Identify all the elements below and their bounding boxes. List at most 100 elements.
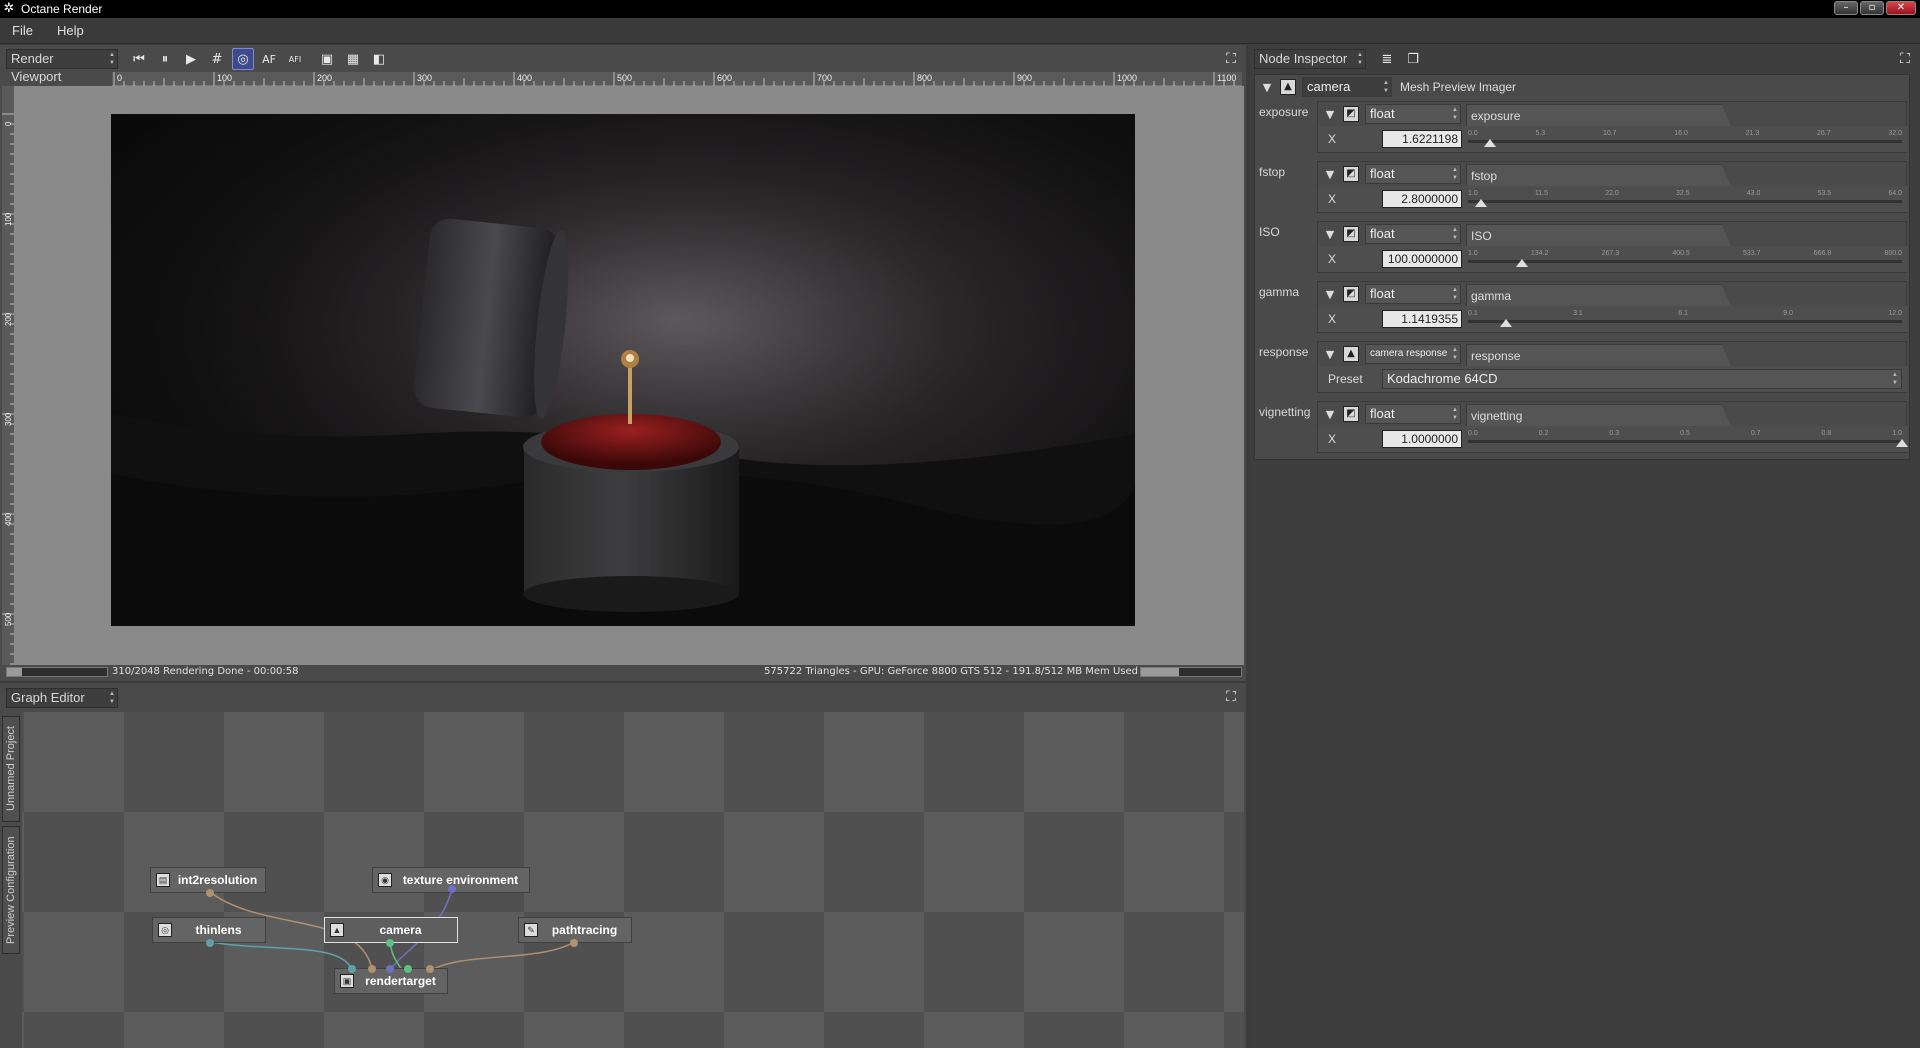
tab-unnamed-project[interactable]: Unnamed Project — [2, 716, 20, 822]
value-input[interactable]: 1.0000000 — [1382, 430, 1462, 448]
preset-select[interactable]: Kodachrome 64CD — [1382, 369, 1902, 389]
collapse-triangle-icon[interactable]: ▼ — [1323, 408, 1337, 421]
viewport-panel-select[interactable]: Render Viewport — [6, 49, 118, 84]
slider-tick-label: 22.0 — [1605, 190, 1619, 197]
expand-all-icon[interactable]: ❐ — [1402, 48, 1424, 70]
grid-icon[interactable]: # — [206, 48, 228, 70]
window-title: Octane Render — [21, 2, 103, 16]
render-status-text: 310/2048 Rendering Done - 00:00:58 — [112, 666, 299, 677]
ruler-label: 0 — [4, 121, 13, 126]
autofocus-image-button[interactable]: AFI — [284, 48, 306, 70]
input-pin[interactable] — [348, 965, 356, 973]
slider-tick-label: 533.7 — [1743, 250, 1761, 257]
maximize-viewport-icon[interactable]: ⛶ — [1222, 50, 1240, 68]
output-pin[interactable] — [386, 939, 394, 947]
output-pin[interactable] — [206, 939, 214, 947]
input-pin[interactable] — [368, 965, 376, 973]
value-slider[interactable]: 1.0 134.2 267.3 400.5 533.7 666.8 800.0 — [1468, 250, 1902, 268]
param-type-select[interactable]: float — [1365, 104, 1461, 124]
maximize-graph-icon[interactable]: ⛶ — [1222, 688, 1240, 706]
menu-help[interactable]: Help — [45, 23, 96, 38]
rewind-icon[interactable]: ⏮ — [128, 48, 150, 70]
maximize-inspector-icon[interactable]: ⛶ — [1896, 50, 1914, 68]
ruler-label: 200 — [317, 73, 332, 83]
param-type-select[interactable]: float — [1365, 224, 1461, 244]
octane-logo-icon: ✲ — [3, 1, 15, 16]
play-icon[interactable]: ▶ — [180, 48, 202, 70]
value-input[interactable]: 1.6221198 — [1382, 130, 1462, 148]
slider-thumb[interactable] — [1475, 199, 1488, 207]
collapse-triangle-icon[interactable]: ▼ — [1323, 348, 1337, 361]
axis-label: X — [1328, 312, 1337, 326]
slider-tick-label: 0.0 — [1468, 430, 1478, 437]
value-input[interactable]: 1.1419355 — [1382, 310, 1462, 328]
alpha-icon[interactable]: ◧ — [368, 48, 390, 70]
resolution-icon: ▤ — [156, 873, 170, 887]
collapse-triangle-icon[interactable]: ▼ — [1323, 288, 1337, 301]
axis-label: X — [1328, 192, 1337, 206]
focus-picker-icon[interactable]: ◎ — [232, 48, 254, 70]
collapse-all-icon[interactable]: ≣ — [1376, 48, 1398, 70]
output-pin[interactable] — [448, 885, 456, 893]
maximize-button[interactable]: ▫ — [1860, 1, 1884, 15]
ruler-label: 1000 — [1117, 73, 1137, 83]
autofocus-button[interactable]: AF — [258, 48, 280, 70]
inspector-node-title-row: ▼ ▲ camera Mesh Preview Imager — [1255, 75, 1516, 99]
output-pin[interactable] — [570, 939, 578, 947]
region-icon[interactable]: ▣ — [316, 48, 338, 70]
menu-file[interactable]: File — [0, 23, 45, 38]
slider-tick-label: 9.0 — [1783, 310, 1794, 317]
param-header: ▼ ◩ float — [1318, 162, 1461, 186]
value-slider[interactable]: 0.1 3.1 6.1 9.0 12.0 — [1468, 310, 1902, 328]
param-type-select[interactable]: float — [1365, 284, 1461, 304]
node-title: Mesh Preview Imager — [1400, 80, 1517, 94]
param-type-select[interactable]: float — [1365, 164, 1461, 184]
graph-editor-select[interactable]: Graph Editor — [6, 688, 118, 708]
value-input[interactable]: 2.8000000 — [1382, 190, 1462, 208]
value-input[interactable]: 100.0000000 — [1382, 250, 1462, 268]
slider-ticks: 0.1 3.1 6.1 9.0 12.0 — [1468, 310, 1902, 317]
slider-tick-label: 43.0 — [1746, 190, 1761, 197]
param-type-select[interactable]: camera response — [1365, 344, 1461, 364]
param-name: exposure — [1466, 104, 1731, 126]
param-vignetting: ▼ ◩ float vignetting X 1.0000000 0.00.20… — [1317, 401, 1908, 453]
slider-thumb[interactable] — [1483, 139, 1496, 147]
input-pin[interactable] — [404, 965, 412, 973]
slider-tick-label: 10.7 — [1602, 130, 1617, 137]
param-label-iso: ISO — [1259, 225, 1280, 239]
node-graph-canvas[interactable]: ▤ int2resolution ◉ texture environment ◎… — [22, 712, 1244, 1048]
output-pin[interactable] — [206, 889, 214, 897]
param-type-select[interactable]: float — [1365, 404, 1461, 424]
slider-thumb[interactable] — [1499, 319, 1512, 327]
input-pin[interactable] — [426, 965, 434, 973]
tab-preview-configuration[interactable]: Preview Configuration — [2, 826, 20, 954]
param-label-gamma: gamma — [1259, 285, 1300, 299]
axis-label: X — [1328, 132, 1337, 146]
pause-icon[interactable]: ⏸ — [154, 48, 176, 70]
slider-thumb[interactable] — [1516, 259, 1529, 267]
close-button[interactable]: ✕ — [1886, 1, 1916, 15]
ruler-label: 400 — [4, 512, 13, 526]
value-slider[interactable]: 1.0 11.5 22.0 32.5 43.0 53.5 64.0 — [1468, 190, 1902, 208]
collapse-triangle-icon[interactable]: ▼ — [1260, 81, 1274, 94]
slider-tick-label: 21.3 — [1745, 130, 1760, 137]
minimize-button[interactable]: – — [1834, 1, 1858, 15]
value-slider[interactable]: 0.0 5.3 10.7 16.0 21.3 26.7 32.0 — [1468, 130, 1902, 148]
vertical-ruler: 0 100 200 300 400 500 — [2, 86, 14, 685]
value-slider[interactable]: 0.0 0.2 0.3 0.5 0.7 0.8 1.0 — [1468, 430, 1908, 448]
collapse-triangle-icon[interactable]: ▼ — [1323, 228, 1337, 241]
slider-tick-label: 12.0 — [1888, 310, 1902, 317]
slider-track — [1468, 260, 1902, 263]
param-value-row: X 1.0000000 0.0 0.2 0.3 0.5 0.7 0.8 1.0 — [1318, 426, 1908, 452]
environment-icon: ◉ — [378, 873, 392, 887]
inspector-panel-select[interactable]: Node Inspector — [1254, 49, 1366, 69]
input-pin[interactable] — [386, 965, 394, 973]
node-type-select[interactable]: camera — [1302, 77, 1392, 97]
param-label-exposure: exposure — [1259, 105, 1309, 119]
render-image[interactable] — [111, 114, 1135, 626]
slider-thumb[interactable] — [1896, 439, 1908, 447]
collapse-triangle-icon[interactable]: ▼ — [1323, 108, 1337, 121]
window-controls: – ▫ ✕ — [1834, 1, 1916, 15]
collapse-triangle-icon[interactable]: ▼ — [1323, 168, 1337, 181]
checker-icon[interactable]: ▦ — [342, 48, 364, 70]
